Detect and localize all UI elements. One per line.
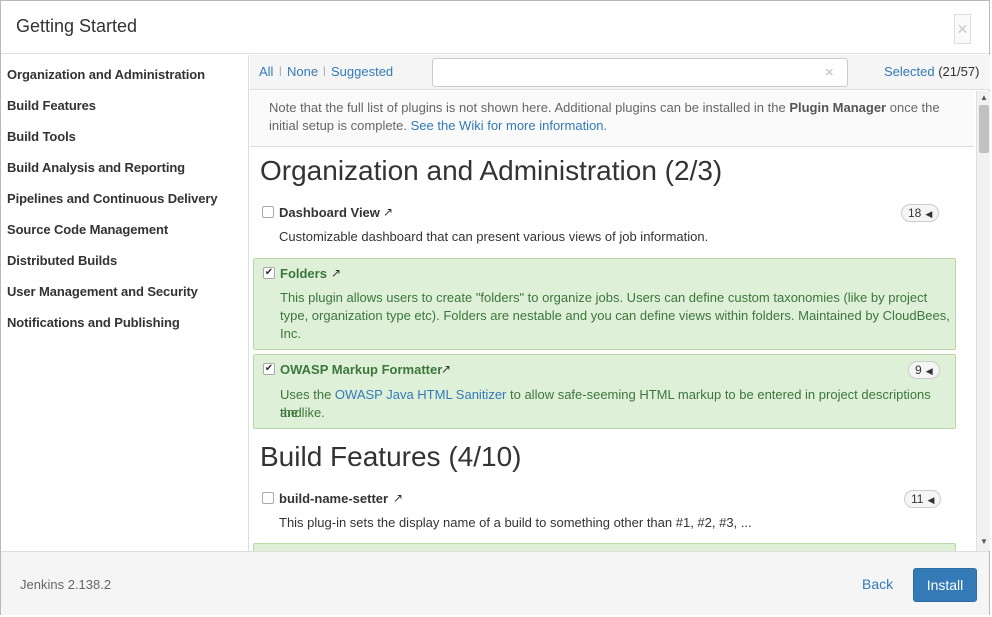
plugin-description: This plugin allows users to create "fold…	[280, 290, 928, 305]
scroll-down-icon[interactable]: ▼	[980, 537, 988, 546]
sidebar-item-build-features[interactable]: Build Features	[7, 98, 96, 113]
plugin-owasp-markup-formatter[interactable]: ✔ OWASP Markup Formatter ↗ 9 ◀ Uses the O…	[253, 354, 956, 429]
section-heading-build-features: Build Features (4/10)	[260, 441, 522, 472]
caret-left-icon: ◀	[927, 495, 935, 505]
select-all-link[interactable]: All	[259, 64, 273, 79]
plugin-build-name-setter[interactable]: build-name-setter ↗ 11 ◀ This plug-in set…	[253, 485, 956, 537]
toolbar-separator: |	[279, 66, 282, 77]
plugin-description: Customizable dashboard that can present …	[279, 229, 709, 244]
dialog-header: Getting Started ×	[1, 1, 989, 54]
sidebar-item-user-management-security[interactable]: User Management and Security	[7, 284, 198, 299]
plugin-search-input[interactable]	[432, 58, 848, 87]
jenkins-version: Jenkins 2.138.2	[20, 577, 112, 592]
sidebar-item-pipelines-continuous-delivery[interactable]: Pipelines and Continuous Delivery	[7, 191, 218, 206]
category-sidebar: Organization and Administration Build Fe…	[1, 55, 249, 551]
back-button[interactable]: Back	[862, 576, 893, 592]
plugin-name: Folders	[280, 266, 327, 281]
selected-plugins-link[interactable]: Selected (21/57)	[884, 64, 979, 79]
dependency-count-badge[interactable]: 9 ◀	[908, 361, 940, 379]
setup-dialog: Getting Started × Organization and Admin…	[0, 0, 990, 615]
sidebar-item-distributed-builds[interactable]: Distributed Builds	[7, 253, 117, 268]
plugin-description: type, organization type etc). Folders ar…	[280, 308, 950, 323]
plugin-checkbox[interactable]: ✔	[263, 363, 275, 375]
dependency-count-badge[interactable]: 11 ◀	[904, 490, 942, 508]
sanitizer-link[interactable]: OWASP Java HTML Sanitizer	[335, 387, 506, 402]
plugin-description: This plug-in sets the display name of a …	[279, 515, 752, 530]
sidebar-item-build-analysis-reporting[interactable]: Build Analysis and Reporting	[7, 160, 185, 175]
dialog-footer: Jenkins 2.138.2 Back Install	[1, 551, 989, 615]
plugin-name: OWASP Markup Formatter	[280, 362, 443, 377]
plugin-next-partial[interactable]	[253, 543, 956, 551]
caret-left-icon: ◀	[925, 209, 933, 219]
external-link-icon[interactable]: ↗	[383, 205, 393, 219]
external-link-icon[interactable]: ↗	[393, 491, 403, 505]
plugin-checkbox[interactable]: ✔	[263, 267, 275, 279]
sidebar-item-organization-administration[interactable]: Organization and Administration	[7, 67, 205, 82]
note-text: Note that the full list of plugins is no…	[269, 100, 790, 115]
close-button[interactable]: ×	[954, 14, 971, 44]
select-suggested-link[interactable]: Suggested	[331, 64, 393, 79]
plugin-folders[interactable]: ✔ Folders ↗ This plugin allows users to …	[253, 258, 956, 350]
scrollbar-thumb[interactable]	[979, 105, 989, 153]
external-link-icon[interactable]: ↗	[441, 362, 451, 376]
plugin-list: Note that the full list of plugins is no…	[250, 91, 976, 551]
badge-count: 9	[915, 363, 922, 377]
badge-count: 18	[908, 206, 922, 220]
plugin-checkbox[interactable]	[262, 492, 274, 504]
sidebar-item-build-tools[interactable]: Build Tools	[7, 129, 76, 144]
plugin-description: Inc.	[280, 326, 301, 341]
select-none-link[interactable]: None	[287, 64, 318, 79]
plugin-manager-note: Note that the full list of plugins is no…	[250, 91, 974, 147]
toolbar-separator: |	[323, 66, 326, 77]
description-text: Uses the	[280, 387, 335, 402]
scroll-up-icon[interactable]: ▲	[980, 93, 988, 102]
plugin-list-scrollbar[interactable]: ▲ ▼	[976, 91, 990, 551]
plugin-manager-label: Plugin Manager	[789, 100, 887, 115]
sidebar-item-source-code-management[interactable]: Source Code Management	[7, 222, 168, 237]
plugin-dashboard-view[interactable]: Dashboard View ↗ 18 ◀ Customizable dashbo…	[253, 199, 956, 251]
badge-count: 11	[911, 492, 924, 506]
dialog-title: Getting Started	[16, 16, 138, 36]
plugin-toolbar: All | None | Suggested × Selected (21/57…	[250, 55, 990, 90]
install-button[interactable]: Install	[913, 568, 977, 602]
section-heading-organization-administration: Organization and Administration (2/3)	[260, 155, 723, 186]
plugin-name: Dashboard View	[279, 205, 380, 220]
sidebar-item-notifications-publishing[interactable]: Notifications and Publishing	[7, 315, 180, 330]
plugin-description: the like.	[280, 405, 325, 420]
external-link-icon[interactable]: ↗	[331, 266, 341, 280]
plugin-name: build-name-setter	[279, 491, 389, 506]
plugin-checkbox[interactable]	[262, 206, 274, 218]
dependency-count-badge[interactable]: 18 ◀	[901, 204, 940, 222]
caret-left-icon: ◀	[925, 366, 933, 376]
selected-label: Selected	[884, 64, 935, 79]
selected-count: (21/57)	[938, 64, 980, 79]
wiki-link[interactable]: See the Wiki for more information.	[411, 118, 608, 133]
